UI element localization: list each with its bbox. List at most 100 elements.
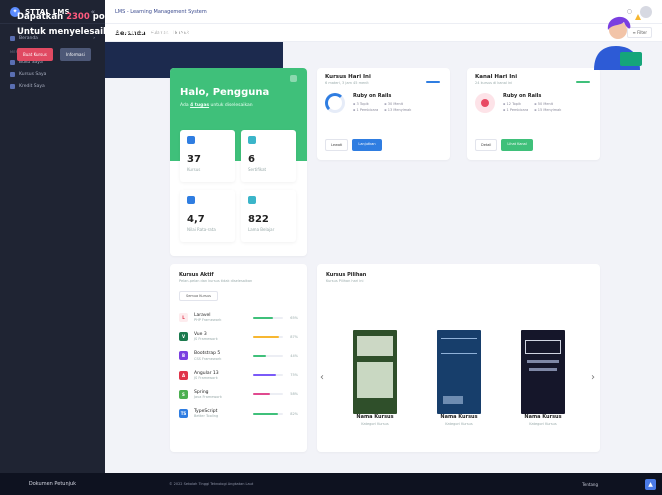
progress-bar (253, 412, 283, 415)
sidebar-item-kredit-saya[interactable]: Kredit Saya (0, 80, 105, 92)
progress-percent: 65% (290, 315, 298, 320)
list-item[interactable]: B Bootstrap 5 CSS Framework 44% (179, 346, 298, 365)
list-item[interactable]: V Vue 3 JS Framework 87% (179, 327, 298, 346)
course-category: Kategori Kursus (361, 422, 389, 426)
progress-fill (253, 374, 276, 377)
stat-value: 4,7 (187, 214, 205, 225)
promo-illustration (594, 14, 642, 70)
promo-subline: Untuk menyelesaikan kursus mandatory (17, 27, 211, 37)
carousel-next-button[interactable]: › (591, 372, 595, 383)
progress-bar (253, 354, 283, 357)
list-item[interactable]: TS TypeScript Better Tooling 82% (179, 404, 298, 423)
stat-value: 6 (248, 154, 255, 165)
sidebar-item-kursus-saya[interactable]: Kursus Saya (0, 68, 105, 80)
guide-document-button[interactable]: Dokumen Petunjuk (0, 473, 105, 495)
status-tag (426, 81, 440, 83)
today-course-card: Kursus Hari Ini 6 materi, 3 jam 45 menit… (317, 68, 450, 160)
stat-nilai: 4,7 Nilai Rata-rata (180, 190, 235, 242)
carousel-prev-button[interactable]: ‹ (320, 372, 324, 383)
scroll-top-button[interactable]: ▲ (645, 479, 656, 490)
course-icon (10, 71, 15, 77)
course-cover[interactable] (521, 330, 565, 414)
progress-percent: 75% (290, 373, 298, 378)
channel-icon (475, 93, 495, 113)
all-courses-button[interactable]: Semua Kursus (179, 291, 218, 301)
meta-listen: 13 Menyimak (384, 108, 412, 112)
progress-bar (253, 335, 283, 338)
progress-fill (253, 412, 278, 415)
greeting-title: Halo, Pengguna (180, 87, 270, 98)
info-button[interactable]: Informasi (60, 48, 91, 61)
progress-ring (325, 93, 345, 113)
spring-icon: S (179, 389, 188, 399)
progress-percent: 82% (290, 411, 298, 416)
stat-lama-belajar: 822 Lama Belajar (241, 190, 296, 242)
course-category: PHP Framework (194, 318, 222, 323)
course-category: Java Framework (194, 394, 222, 399)
skip-button[interactable]: Lewati (325, 139, 349, 151)
trophy-icon (187, 196, 195, 204)
vue-icon: V (179, 332, 188, 342)
course-name: Ruby on Rails (353, 93, 392, 99)
progress-bar (253, 374, 283, 377)
bootstrap-icon: B (179, 351, 188, 361)
course-icon (187, 136, 195, 144)
course-name: Nama Kursus (524, 414, 562, 420)
course-cover[interactable] (353, 330, 397, 414)
progress-percent: 44% (290, 353, 298, 358)
progress-fill (253, 316, 273, 319)
stat-value: 822 (248, 214, 269, 225)
copyright: © 2022 Sekolah Tinggi Teknologi Angkatan… (169, 482, 254, 486)
active-course-list: L Laravel PHP Framework 65% V Vue 3 JS Fra… (179, 308, 298, 423)
footer: © 2022 Sekolah Tinggi Teknologi Angkatan… (105, 473, 662, 495)
angular-icon: A (179, 370, 188, 380)
continue-button[interactable]: Lanjutkan (352, 139, 382, 151)
about-link[interactable]: Tentang (582, 482, 598, 487)
list-item[interactable]: L Laravel PHP Framework 65% (179, 308, 298, 327)
app-title: LMS - Learning Management System (115, 8, 207, 15)
stat-sertifikat: 6 Sertifikat (241, 130, 296, 182)
stat-label: Kursus (187, 167, 201, 172)
sidebar: ✦ STTAL LMS « Beranda › MENU Buku Saya K… (0, 0, 105, 495)
progress-percent: 58% (290, 392, 298, 397)
progress-fill (253, 354, 267, 357)
meta-topics: 12 Topik (503, 102, 528, 106)
more-icon[interactable] (290, 75, 297, 82)
certificate-icon (248, 136, 256, 144)
greeting-subtitle: Ada 4 tugas untuk diselesaikan (180, 103, 253, 108)
course-category: Better Tooling (194, 414, 219, 419)
card-title: Kursus Aktif (179, 272, 214, 278)
course-caption: Nama Kursus Kategori Kursus (424, 414, 494, 426)
view-channel-button[interactable]: Lihat Kanal (501, 139, 533, 151)
course-category: Kategori Kursus (445, 422, 473, 426)
book-icon (10, 59, 15, 65)
course-category: JS Framework (194, 337, 218, 342)
home-icon (10, 35, 15, 41)
stat-label: Nilai Rata-rata (187, 227, 216, 232)
clock-icon (248, 196, 256, 204)
card-title: Kursus Hari Ini (325, 74, 371, 80)
meta-duration: 50 Menit (534, 102, 561, 106)
card-subtitle: 6 materi, 3 jam 45 menit (325, 81, 369, 85)
stat-value: 37 (187, 154, 201, 165)
course-name: Nama Kursus (440, 414, 478, 420)
today-channel-card: Kanal Hari Ini 24 kursus di kanal ini Ru… (467, 68, 600, 160)
stat-kursus: 37 Kursus (180, 130, 235, 182)
detail-button[interactable]: Detail (475, 139, 498, 151)
meta-speaker: 1 Pembicara (353, 108, 379, 112)
laravel-icon: L (179, 313, 188, 323)
list-item[interactable]: S Spring Java Framework 58% (179, 385, 298, 404)
progress-bar (253, 316, 283, 319)
create-course-button[interactable]: Buat Kursus (17, 48, 53, 61)
meta-duration: 30 Menit (384, 102, 411, 106)
list-item[interactable]: A Angular 13 JS Framework 75% (179, 366, 298, 385)
progress-percent: 87% (290, 334, 298, 339)
course-caption: Nama Kursus Kategori Kursus (508, 414, 578, 426)
progress-fill (253, 335, 280, 338)
course-cover[interactable] (437, 330, 481, 414)
meta-speaker: 1 Pembicara (503, 108, 529, 112)
progress-fill (253, 393, 271, 396)
stat-label: Sertifikat (248, 167, 267, 172)
status-tag (576, 81, 590, 83)
meta-listen: 15 Menyimak (534, 108, 562, 112)
